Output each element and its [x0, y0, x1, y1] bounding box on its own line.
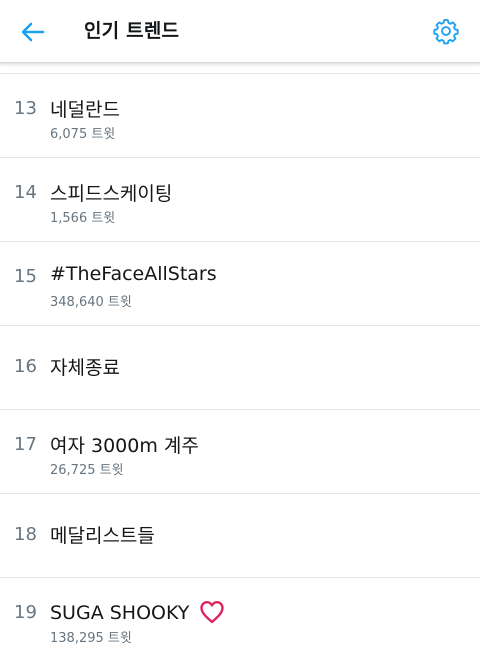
trend-rank: 18: [14, 524, 37, 545]
trend-name-wrap: SUGA SHOOKY: [50, 599, 225, 625]
trend-rank: 17: [14, 434, 37, 455]
trend-tweet-count: 1,566 트윗: [50, 211, 116, 226]
gear-icon: [433, 18, 459, 45]
trend-list: 13 네덜란드 6,075 트윗 14 스피드스케이팅 1,566 트윗 15 …: [0, 74, 480, 662]
trend-name: 네덜란드: [50, 99, 120, 121]
trend-name: 메달리스트들: [50, 525, 155, 547]
trend-tweet-count: 138,295 트윗: [50, 631, 132, 646]
trend-tweet-count: 26,725 트윗: [50, 463, 124, 478]
back-arrow-icon: [21, 22, 45, 42]
trend-item[interactable]: 17 여자 3000m 계주 26,725 트윗: [0, 410, 480, 494]
page-title: 인기 트렌드: [84, 20, 180, 42]
trend-name: SUGA SHOOKY: [50, 602, 190, 624]
trend-name: #TheFaceAllStars: [50, 263, 217, 285]
trend-item[interactable]: 16 자체종료: [0, 326, 480, 410]
trend-item[interactable]: 15 #TheFaceAllStars 348,640 트윗: [0, 242, 480, 326]
trend-rank: 19: [14, 602, 37, 623]
trend-name: 여자 3000m 계주: [50, 435, 199, 457]
trend-item[interactable]: 18 메달리스트들: [0, 494, 480, 578]
trend-rank: 13: [14, 98, 37, 119]
partial-list-item: [0, 63, 480, 74]
back-button[interactable]: [18, 17, 48, 47]
top-app-bar: 인기 트렌드: [0, 0, 480, 63]
trend-rank: 15: [14, 266, 37, 287]
settings-button[interactable]: [432, 17, 460, 45]
trend-item[interactable]: 14 스피드스케이팅 1,566 트윗: [0, 158, 480, 242]
trend-name: 자체종료: [50, 357, 120, 379]
trend-tweet-count: 6,075 트윗: [50, 127, 116, 142]
heart-icon: [200, 601, 225, 624]
trend-rank: 16: [14, 356, 37, 377]
trend-item[interactable]: 13 네덜란드 6,075 트윗: [0, 74, 480, 158]
trend-name: 스피드스케이팅: [50, 183, 173, 205]
trend-item[interactable]: 19 SUGA SHOOKY 138,295 트윗: [0, 578, 480, 662]
trend-rank: 14: [14, 182, 37, 203]
trend-tweet-count: 348,640 트윗: [50, 295, 132, 310]
